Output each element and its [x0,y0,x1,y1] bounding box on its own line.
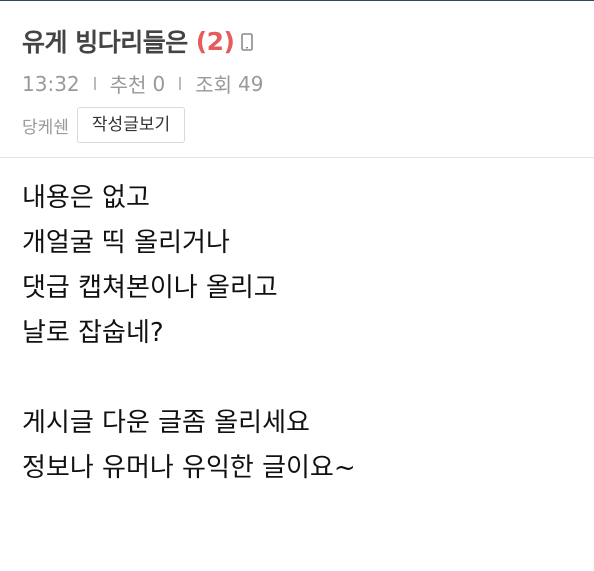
body-line: 내용은 없고 [22,183,150,213]
body-line: 게시글 다운 글좀 올리세요 [22,408,310,438]
author-name[interactable]: 당케쉔 [22,113,69,138]
body-line: 댓급 캡쳐본이나 올리고 [22,273,278,303]
post-body: 내용은 없고 개얼굴 띡 올리거나 댓급 캡쳐본이나 올리고 날로 잡숩네? 게… [22,176,572,491]
body-line: 정보나 유머나 유익한 글이요~ [22,453,356,483]
title-row: 유게 빙다리들은 (2) [22,23,254,59]
body-line: 날로 잡숩네? [22,318,164,348]
body-line-blank [22,356,572,401]
comment-count[interactable]: (2) [196,27,235,56]
divider [93,77,96,90]
author-posts-button[interactable]: 작성글보기 [76,107,186,143]
post-header: 유게 빙다리들은 (2) 13:32 추천 0 조회 49 당케쉔 작성글보기 [0,1,594,158]
divider [179,77,182,90]
views-count: 49 [238,71,264,96]
post-title: 유게 빙다리들은 [22,28,188,57]
views-label: 조회 [195,73,232,97]
mobile-icon [240,32,254,52]
meta-row: 13:32 추천 0 조회 49 [22,69,263,98]
recommend-count: 0 [152,71,166,96]
body-line: 개얼굴 띡 올리거나 [22,228,230,258]
post-time: 13:32 [22,71,80,96]
author-row: 당케쉔 작성글보기 [22,107,186,143]
recommend-label: 추천 [109,73,147,97]
